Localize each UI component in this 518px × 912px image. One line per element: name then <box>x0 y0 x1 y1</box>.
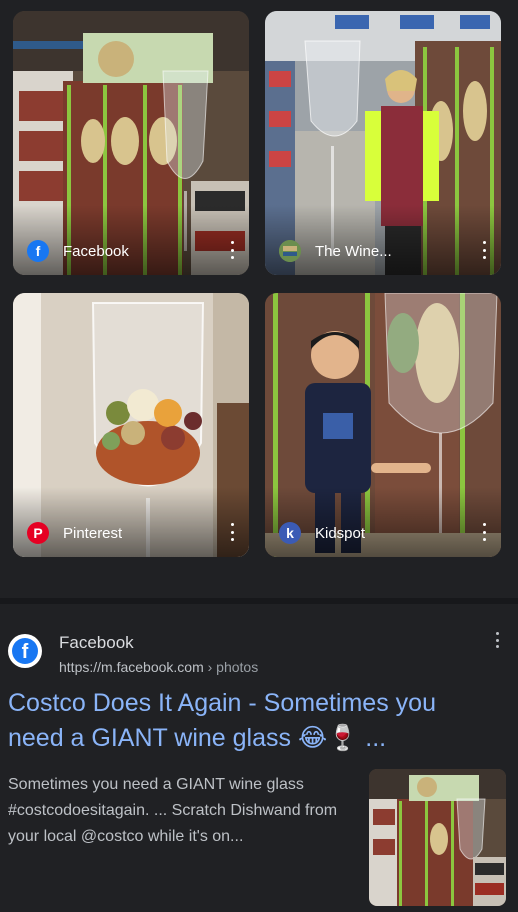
result-url-domain: https://m.facebook.com <box>59 659 204 675</box>
result-title-link[interactable]: Costco Does It Again - Sometimes you nee… <box>8 686 478 756</box>
result-thumbnail-image <box>369 769 506 906</box>
result-thumbnail[interactable] <box>369 769 506 906</box>
image-result-2[interactable]: The Wine... <box>265 11 501 275</box>
pinterest-icon: P <box>27 522 49 544</box>
image-result-3[interactable]: P Pinterest <box>13 293 249 557</box>
more-options-icon[interactable] <box>225 523 239 541</box>
more-options-icon[interactable] <box>492 632 502 648</box>
wine-site-icon <box>279 240 301 262</box>
kidspot-icon: k <box>279 522 301 544</box>
image-source: The Wine... <box>279 240 392 262</box>
result-site-name: Facebook <box>59 633 134 652</box>
image-source: k Kidspot <box>279 522 365 544</box>
result-url-path: › photos <box>203 659 259 675</box>
more-options-icon[interactable] <box>477 241 491 259</box>
image-source: P Pinterest <box>27 522 122 544</box>
result-snippet: Sometimes you need a GIANT wine glass #c… <box>8 776 338 845</box>
more-options-icon[interactable] <box>477 523 491 541</box>
image-source-name: The Wine... <box>315 242 392 260</box>
image-result-4[interactable]: k Kidspot <box>265 293 501 557</box>
search-results-page: f Facebook The Wine... P Pinterest k Kid… <box>0 0 518 912</box>
image-source: f Facebook <box>27 240 129 262</box>
image-results-grid: f Facebook The Wine... P Pinterest k Kid… <box>0 0 518 590</box>
search-result: f Facebook https://m.facebook.com › phot… <box>0 604 518 912</box>
facebook-icon: f <box>27 240 49 262</box>
facebook-favicon-icon: f <box>8 634 42 668</box>
image-source-name: Pinterest <box>63 524 123 542</box>
more-options-icon[interactable] <box>225 241 239 259</box>
result-url: https://m.facebook.com › photos <box>59 659 258 675</box>
image-source-name: Facebook <box>63 242 129 260</box>
image-source-name: Kidspot <box>315 524 366 542</box>
image-result-1[interactable]: f Facebook <box>13 11 249 275</box>
